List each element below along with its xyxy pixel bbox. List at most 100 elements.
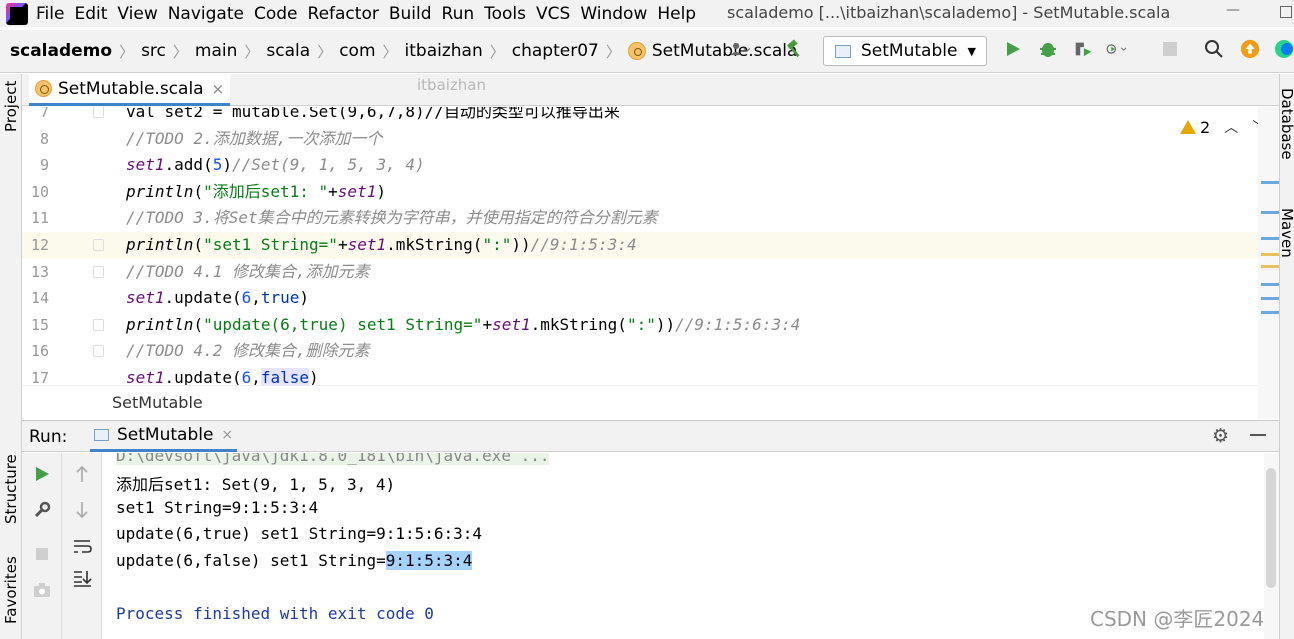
- selected-text: 9:1:5:3:4: [385, 551, 473, 570]
- warning-icon: [1180, 120, 1196, 134]
- run-configuration-select[interactable]: SetMutable ▼: [823, 36, 987, 66]
- fold-marker-icon[interactable]: [93, 345, 104, 358]
- console-line-text: update(6,false) set1 String=: [116, 551, 386, 570]
- code-line: 9 set1.add(5)//Set(9, 1, 5, 3, 4): [22, 152, 1258, 179]
- breadcrumb-chapter07[interactable]: chapter07: [512, 41, 599, 61]
- intellij-logo-icon: [6, 2, 28, 25]
- code-editor[interactable]: 7 val set2 = mutable.Set(9,6,7,8)//自动的类型可…: [22, 107, 1258, 385]
- console-line: update(6,false) set1 String=9:1:5:3:4: [116, 551, 473, 570]
- breadcrumb-separator-icon: 〉: [382, 42, 398, 61]
- breadcrumb-separator-icon: 〉: [172, 42, 188, 61]
- editor-tab-bar: SetMutable.scala ×: [22, 74, 1279, 106]
- breadcrumb-src[interactable]: src: [141, 41, 166, 61]
- breadcrumb-main[interactable]: main: [195, 41, 237, 61]
- chevron-up-icon[interactable]: ︿: [1224, 117, 1238, 137]
- close-icon[interactable]: ×: [221, 427, 233, 443]
- scroll-marker: [1261, 211, 1279, 214]
- scroll-marker: [1261, 181, 1279, 184]
- line-number[interactable]: 10: [22, 179, 49, 206]
- right-tool-strip: Database Maven: [1278, 74, 1294, 639]
- breadcrumb-project[interactable]: scalademo: [10, 41, 112, 61]
- line-number[interactable]: 14: [22, 285, 49, 312]
- run-label: Run:: [29, 427, 68, 447]
- menu-view[interactable]: View: [117, 4, 157, 24]
- breadcrumb-scala[interactable]: scala: [266, 41, 310, 61]
- soft-wrap-icon[interactable]: [71, 535, 93, 557]
- tool-window-project[interactable]: Project: [2, 81, 20, 132]
- console-scrollbar-thumb[interactable]: [1266, 468, 1276, 588]
- warning-count: 2: [1200, 117, 1211, 137]
- line-number[interactable]: 7: [22, 107, 49, 126]
- menu-run[interactable]: Run: [442, 4, 475, 24]
- code-text: set1.update(6,false): [126, 368, 319, 385]
- editor-breadcrumb[interactable]: SetMutable: [112, 393, 203, 412]
- code-text: //TODO 2.添加数据,一次添加一个: [126, 128, 383, 148]
- arrow-up-icon[interactable]: [71, 463, 93, 485]
- close-icon[interactable]: ×: [212, 80, 225, 98]
- fold-marker-icon[interactable]: [93, 107, 104, 118]
- breadcrumb-file[interactable]: SetMutable.scala: [652, 41, 798, 61]
- maximize-window-icon[interactable]: [1280, 6, 1292, 18]
- menu-refactor[interactable]: Refactor: [308, 4, 379, 24]
- line-number[interactable]: 16: [22, 338, 49, 365]
- editor-tab-setmutable[interactable]: SetMutable.scala ×: [29, 74, 231, 106]
- line-number[interactable]: 12: [22, 232, 49, 259]
- hide-panel-icon[interactable]: [1250, 434, 1266, 436]
- code-text: println("添加后set1: "+set1): [126, 181, 386, 201]
- fold-marker-icon[interactable]: [93, 265, 104, 278]
- menu-file[interactable]: File: [36, 4, 64, 24]
- code-text: set1.add(5)//Set(9, 1, 5, 3, 4): [126, 155, 425, 175]
- inspection-widget[interactable]: 2 ︿ ﹀: [1180, 117, 1266, 137]
- line-number[interactable]: 11: [22, 205, 49, 232]
- fold-marker-icon[interactable]: [93, 239, 104, 251]
- code-text: set1.update(6,true): [126, 288, 310, 308]
- menu-vcs[interactable]: VCS: [536, 4, 570, 24]
- code-line: 14 set1.update(6,true): [22, 285, 1258, 312]
- profile-icon[interactable]: [1106, 38, 1126, 60]
- wrench-icon[interactable]: [31, 499, 53, 521]
- code-line: 12 println("set1 String="+set1.mkString("…: [22, 232, 1258, 259]
- minimize-window-icon[interactable]: —: [1226, 2, 1240, 18]
- tool-window-database[interactable]: Database: [1278, 88, 1294, 160]
- line-number[interactable]: 8: [22, 126, 49, 153]
- line-number[interactable]: 13: [22, 259, 49, 286]
- scroll-to-end-icon[interactable]: [71, 567, 93, 589]
- code-text: //TODO 4.2 修改集合,删除元素: [126, 341, 370, 361]
- tool-window-favorites[interactable]: Favorites: [2, 556, 20, 624]
- line-number[interactable]: 9: [22, 152, 49, 179]
- menu-tools[interactable]: Tools: [484, 4, 526, 24]
- user-account-icon[interactable]: [730, 38, 750, 60]
- jetbrains-toolbox-icon[interactable]: [1274, 38, 1294, 60]
- code-line: 15 println("update(6,true) set1 String="+…: [22, 312, 1258, 339]
- breadcrumb-com[interactable]: com: [339, 41, 375, 61]
- rerun-icon[interactable]: [31, 463, 53, 485]
- editor-breadcrumb-bar: SetMutable: [22, 385, 1258, 419]
- menu-edit[interactable]: Edit: [74, 4, 107, 24]
- run-with-coverage-icon[interactable]: [1073, 38, 1093, 60]
- search-icon[interactable]: [1204, 38, 1224, 60]
- line-number[interactable]: 17: [22, 365, 49, 385]
- run-icon[interactable]: [1003, 38, 1023, 60]
- console-line: 添加后set1: Set(9, 1, 5, 3, 4): [116, 475, 396, 494]
- arrow-down-icon[interactable]: [71, 499, 93, 521]
- update-available-icon[interactable]: [1240, 38, 1260, 60]
- menu-code[interactable]: Code: [254, 4, 298, 24]
- fold-marker-icon[interactable]: [93, 318, 104, 331]
- breadcrumb-itbaizhan[interactable]: itbaizhan: [405, 41, 483, 61]
- code-text: //TODO 3.将Set集合中的元素转换为字符串，并使用指定的符合分割元素: [126, 208, 658, 228]
- run-tab-setmutable[interactable]: SetMutable ×: [90, 421, 238, 452]
- breadcrumb-separator-icon: 〉: [119, 42, 135, 61]
- editor-scrollbar[interactable]: [1258, 107, 1279, 419]
- build-hammer-icon[interactable]: [785, 38, 805, 60]
- menu-help[interactable]: Help: [657, 4, 696, 24]
- breadcrumb-separator-icon: 〉: [489, 42, 505, 61]
- tool-window-structure[interactable]: Structure: [2, 454, 20, 524]
- menu-build[interactable]: Build: [389, 4, 432, 24]
- menu-window[interactable]: Window: [580, 4, 647, 24]
- scroll-marker: [1261, 297, 1279, 300]
- gear-icon[interactable]: ⚙: [1212, 425, 1229, 447]
- debug-icon[interactable]: [1038, 38, 1058, 60]
- menu-navigate[interactable]: Navigate: [168, 4, 244, 24]
- line-number[interactable]: 15: [22, 312, 49, 339]
- tool-window-maven[interactable]: Maven: [1278, 208, 1294, 258]
